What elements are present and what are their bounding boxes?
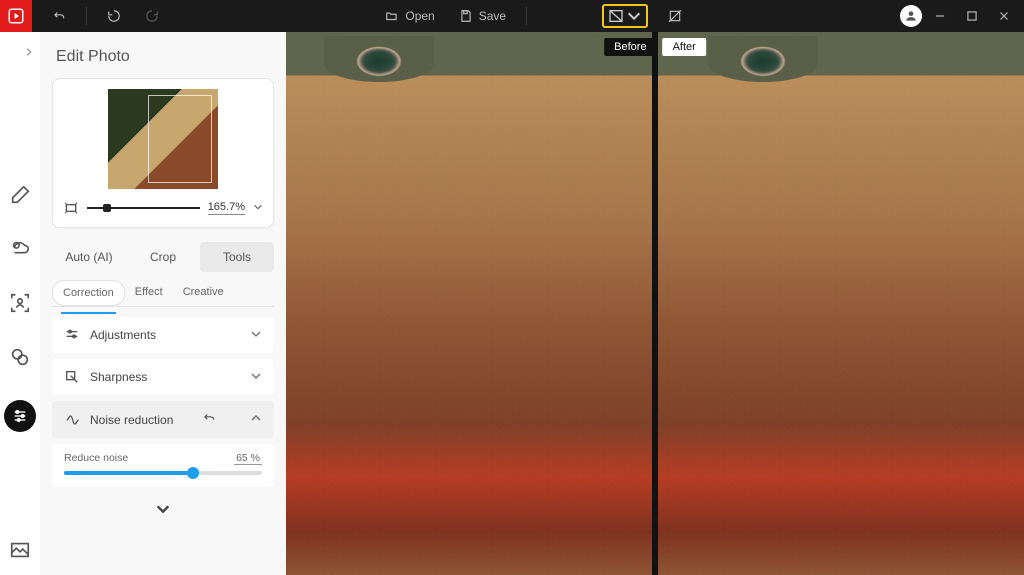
portrait-tool[interactable] bbox=[9, 292, 31, 314]
reset-noise-button[interactable] bbox=[202, 411, 216, 428]
undo-button[interactable] bbox=[44, 5, 74, 27]
subtab-effect[interactable]: Effect bbox=[125, 280, 173, 306]
accordion-sharpness[interactable]: Sharpness bbox=[52, 359, 274, 395]
eraser-icon bbox=[9, 184, 31, 206]
zoom-dropdown[interactable] bbox=[253, 199, 263, 217]
sliders-icon bbox=[64, 327, 80, 343]
thumbnail-preview[interactable] bbox=[108, 89, 218, 189]
eraser-tool[interactable] bbox=[9, 184, 31, 206]
nav-rail bbox=[0, 32, 40, 575]
chevron-down-icon bbox=[250, 370, 262, 382]
save-button[interactable]: Save bbox=[451, 5, 514, 27]
chevron-down-icon bbox=[626, 8, 642, 24]
close-button[interactable] bbox=[990, 2, 1018, 30]
after-pane[interactable] bbox=[658, 32, 1024, 575]
cloud-sun-icon bbox=[9, 238, 31, 260]
open-button[interactable]: Open bbox=[377, 5, 442, 27]
zoom-slider[interactable] bbox=[87, 207, 200, 209]
subtab-correction[interactable]: Correction bbox=[52, 280, 125, 306]
gallery-button[interactable] bbox=[9, 539, 31, 561]
chevron-right-icon bbox=[24, 47, 34, 57]
weather-tool[interactable] bbox=[9, 238, 31, 260]
adjustments-tool-active[interactable] bbox=[4, 400, 36, 432]
overlay-icon bbox=[9, 346, 31, 368]
redo-step-icon bbox=[145, 9, 159, 23]
subtab-creative[interactable]: Creative bbox=[173, 280, 234, 306]
sub-tabs: Correction Effect Creative bbox=[52, 280, 274, 307]
reduce-noise-slider[interactable] bbox=[64, 471, 262, 475]
save-label: Save bbox=[479, 9, 506, 23]
noise-reduction-body: Reduce noise 65 % bbox=[52, 444, 274, 487]
maximize-icon bbox=[965, 9, 979, 23]
save-icon bbox=[459, 9, 473, 23]
folder-open-icon bbox=[385, 9, 399, 23]
reduce-noise-value[interactable]: 65 % bbox=[234, 452, 262, 465]
main: Edit Photo 165.7% Auto (AI) Crop Tools C… bbox=[0, 32, 1024, 575]
accordion: Adjustments Sharpness Noise reduction Re… bbox=[52, 317, 274, 530]
overlay-tool[interactable] bbox=[9, 346, 31, 368]
minimize-button[interactable] bbox=[926, 2, 954, 30]
before-label: Before bbox=[604, 38, 656, 56]
edit-panel: Edit Photo 165.7% Auto (AI) Crop Tools C… bbox=[40, 32, 286, 575]
undo-step-button[interactable] bbox=[99, 5, 129, 27]
app-logo[interactable] bbox=[0, 0, 32, 32]
after-label: After bbox=[663, 38, 706, 56]
undo-icon bbox=[202, 411, 216, 425]
sharpness-icon bbox=[64, 369, 80, 385]
thumbnail-card: 165.7% bbox=[52, 78, 274, 228]
reduce-noise-label: Reduce noise bbox=[64, 452, 128, 465]
close-icon bbox=[997, 9, 1011, 23]
before-pane[interactable] bbox=[286, 32, 652, 575]
tab-auto-ai[interactable]: Auto (AI) bbox=[52, 242, 126, 272]
zoom-value[interactable]: 165.7% bbox=[208, 201, 245, 215]
noise-reduction-label: Noise reduction bbox=[90, 413, 173, 427]
undo-icon bbox=[52, 9, 66, 23]
crop-icon bbox=[668, 9, 682, 23]
minimize-icon bbox=[933, 9, 947, 23]
sliders-icon bbox=[12, 408, 28, 424]
expand-more-button[interactable] bbox=[52, 493, 274, 530]
noise-icon bbox=[64, 412, 80, 428]
adjustments-label: Adjustments bbox=[90, 328, 156, 342]
account-button[interactable] bbox=[900, 5, 922, 27]
tab-crop[interactable]: Crop bbox=[126, 242, 200, 272]
crop-view-button[interactable] bbox=[660, 5, 690, 27]
collapse-rail-button[interactable] bbox=[24, 44, 34, 62]
accordion-noise-reduction[interactable]: Noise reduction bbox=[52, 401, 274, 438]
chevron-down-icon bbox=[250, 328, 262, 340]
undo-step-icon bbox=[107, 9, 121, 23]
chevron-down-icon bbox=[253, 202, 263, 212]
chevron-down-icon bbox=[155, 501, 171, 517]
image-icon bbox=[9, 539, 31, 561]
maximize-button[interactable] bbox=[958, 2, 986, 30]
sharpness-label: Sharpness bbox=[90, 370, 147, 384]
topbar: Open Save bbox=[0, 0, 1024, 32]
canvas-compare: Before After bbox=[286, 32, 1024, 575]
divider bbox=[526, 7, 527, 25]
user-icon bbox=[904, 9, 918, 23]
open-label: Open bbox=[405, 9, 434, 23]
fit-screen-icon[interactable] bbox=[63, 200, 79, 216]
compare-icon bbox=[608, 8, 624, 24]
main-tabs: Auto (AI) Crop Tools bbox=[52, 242, 274, 272]
redo-step-button[interactable] bbox=[137, 5, 167, 27]
chevron-up-icon bbox=[250, 412, 262, 424]
panel-title: Edit Photo bbox=[56, 48, 274, 66]
accordion-adjustments[interactable]: Adjustments bbox=[52, 317, 274, 353]
tab-tools[interactable]: Tools bbox=[200, 242, 274, 272]
play-icon bbox=[7, 7, 25, 25]
compare-labels: Before After bbox=[604, 38, 706, 56]
compare-view-button[interactable] bbox=[602, 4, 648, 28]
face-scan-icon bbox=[9, 292, 31, 314]
